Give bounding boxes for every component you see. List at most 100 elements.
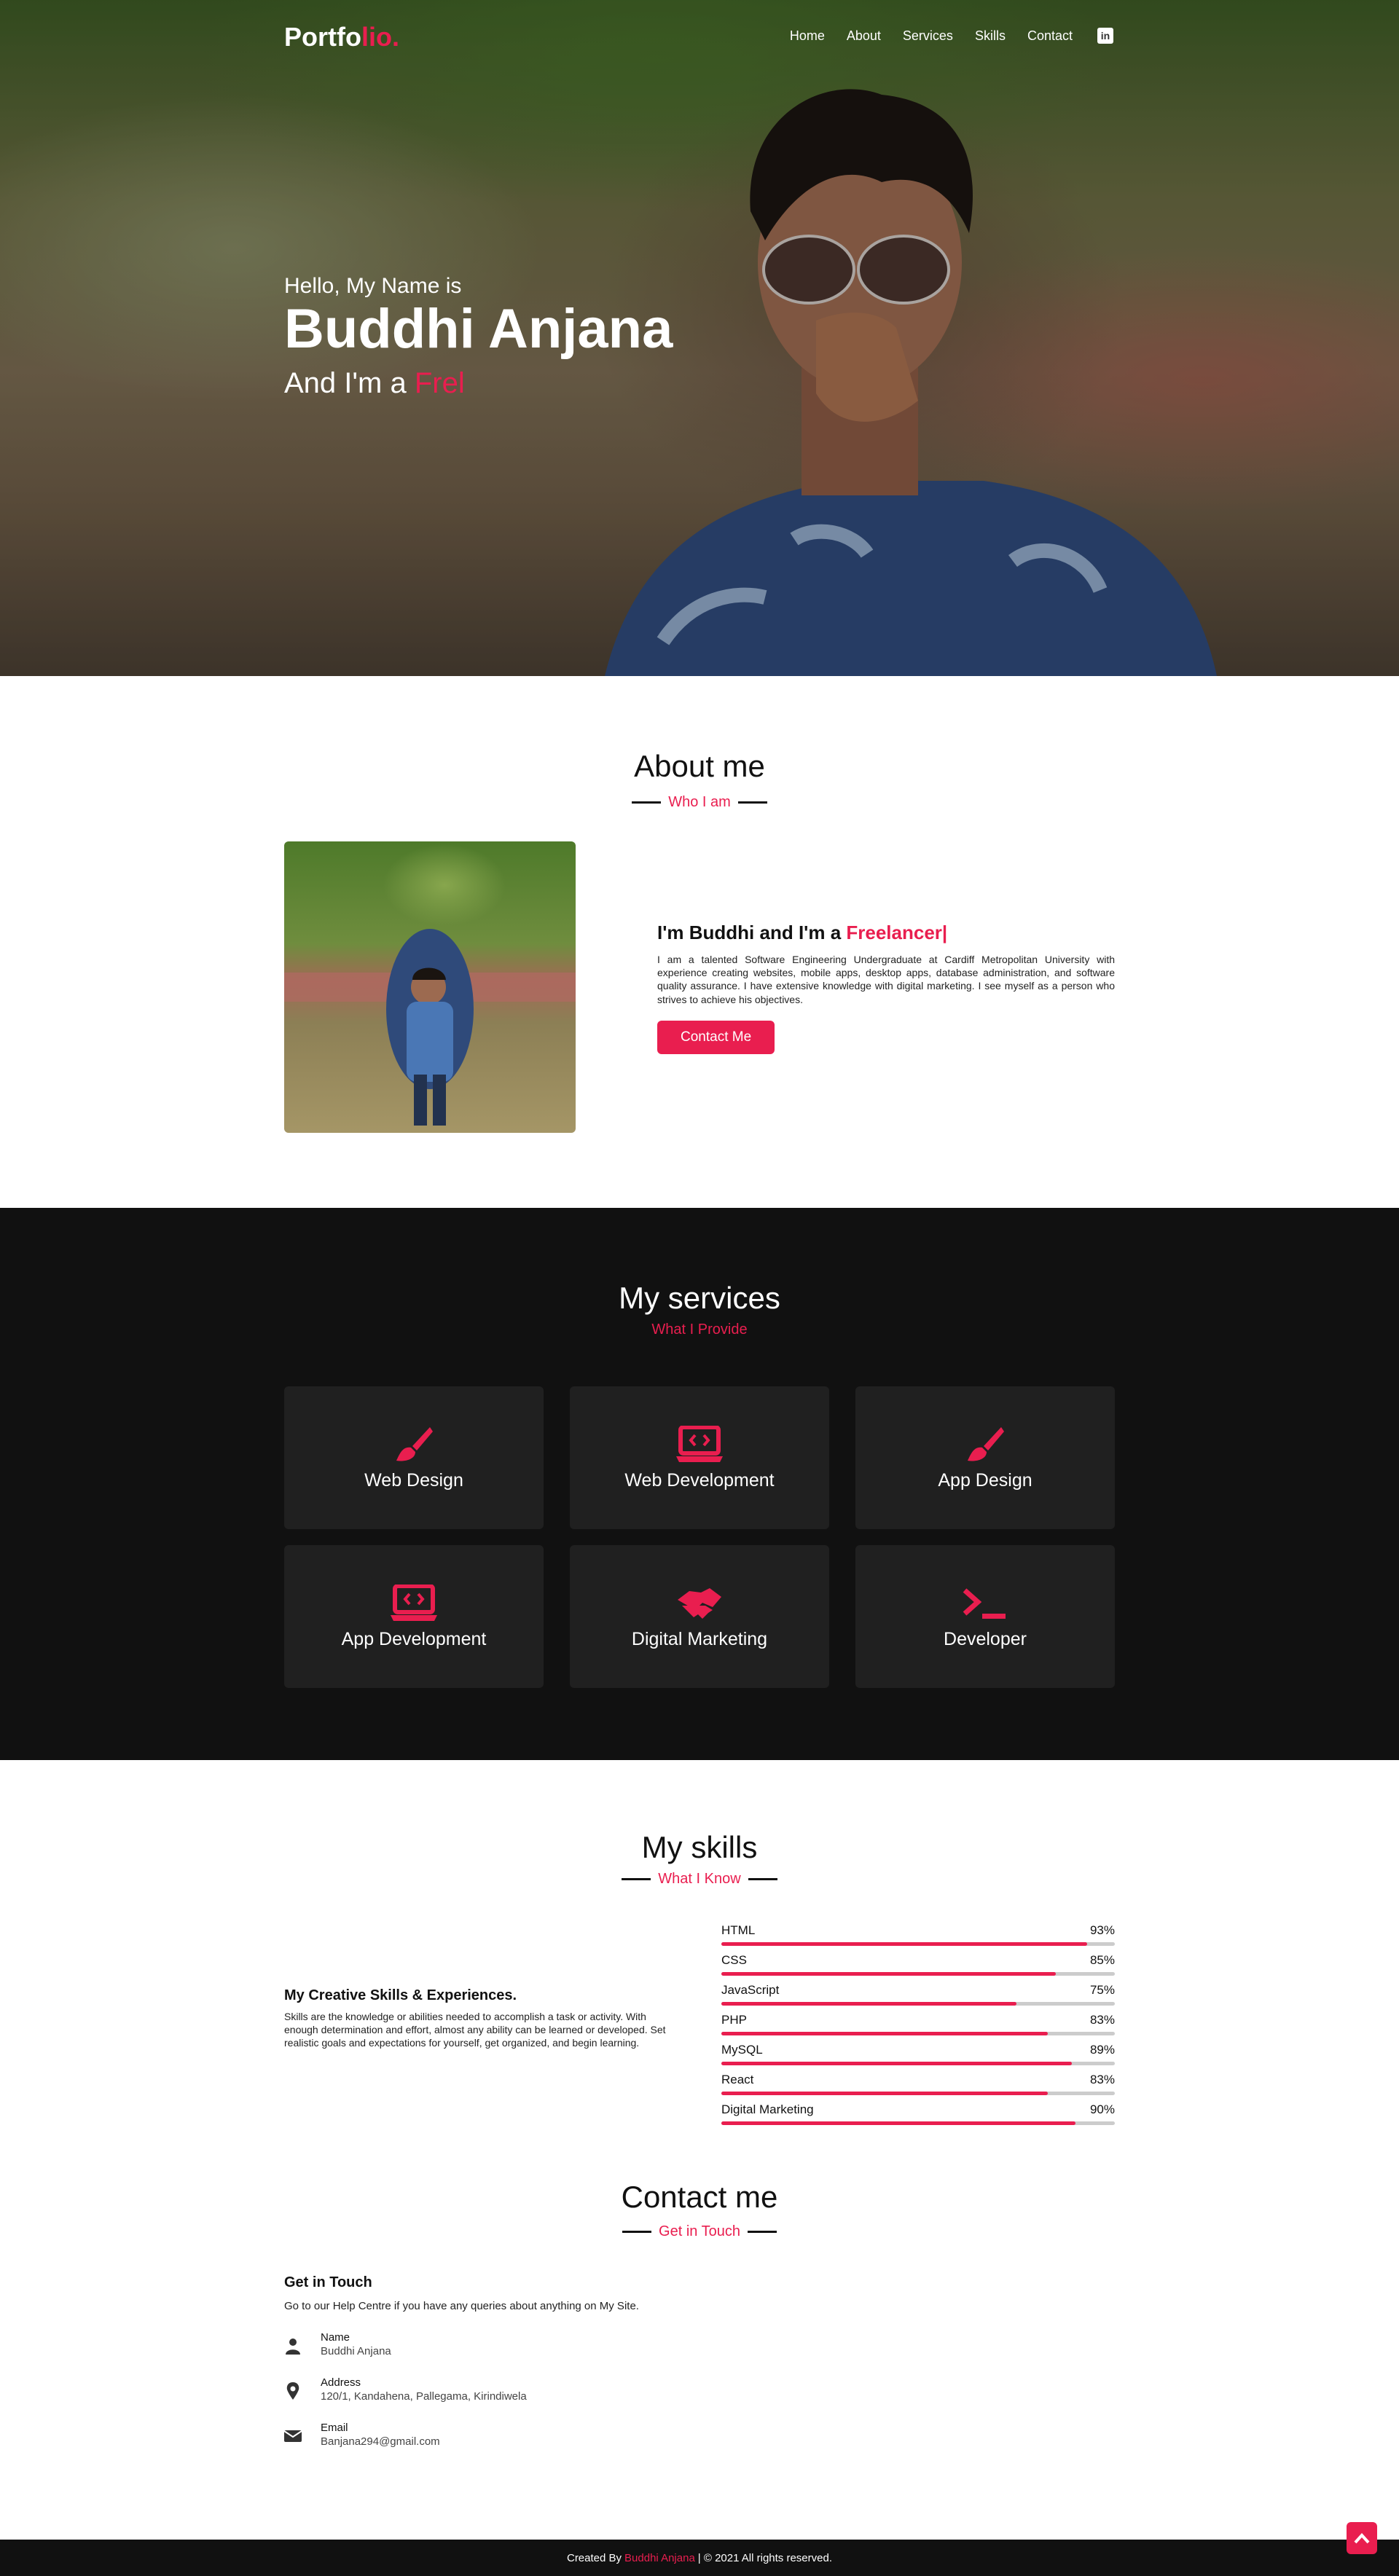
hero-name: Buddhi Anjana (284, 298, 673, 360)
skill-react: React 83% (721, 2073, 1115, 2102)
skills-description: Skills are the knowledge or abilities ne… (284, 2011, 666, 2049)
contact-email-label: Email (321, 2422, 348, 2434)
user-icon (286, 2339, 300, 2355)
laptop-code-icon (391, 1584, 437, 1623)
about-subtitle-row: Who I am (0, 794, 1399, 811)
service-card-app-design[interactable]: App Design (855, 1386, 1115, 1529)
contact-name-row: Name Buddhi Anjana (284, 2331, 867, 2357)
service-label: Web Design (364, 1469, 463, 1491)
hero-overlay (0, 0, 1399, 676)
envelope-icon (284, 2430, 302, 2442)
footer-author-link[interactable]: Buddhi Anjana (624, 2552, 695, 2564)
about-photo-figure (284, 929, 576, 1126)
skill-name: MySQL (721, 2043, 763, 2057)
service-card-web-development[interactable]: Web Development (570, 1386, 829, 1529)
services-grid: Web Design Web Development App Design Ap… (284, 1386, 1115, 1688)
contact-address-row: Address 120/1, Kandahena, Pallegama, Kir… (284, 2376, 867, 2403)
skill-track (721, 2062, 1115, 2065)
divider-line (747, 2231, 777, 2233)
brand-main: Portfo (284, 22, 361, 52)
skill-fill (721, 1942, 1088, 1946)
skill-css: CSS 85% (721, 1953, 1115, 1983)
about-text: I'm Buddhi and I'm a Freelancer| I am a … (657, 922, 1115, 1054)
contact-heading: Get in Touch (284, 2274, 372, 2290)
hero-greeting: Hello, My Name is (284, 274, 462, 298)
skills-subtitle: What I Know (658, 1871, 741, 1887)
skill-percent: 93% (1089, 1923, 1115, 1937)
skills-subtitle-row: What I Know (0, 1871, 1399, 1888)
contact-address-label: Address (321, 2376, 361, 2389)
contact-address-value: 120/1, Kandahena, Pallegama, Kirindiwela (321, 2390, 527, 2403)
service-card-digital-marketing[interactable]: Digital Marketing (570, 1545, 829, 1688)
services-title: My services (619, 1281, 780, 1315)
skill-name: Digital Marketing (721, 2102, 814, 2116)
service-label: App Development (341, 1628, 487, 1649)
skills-heading: My Creative Skills & Experiences. (284, 1987, 517, 2003)
skill-digital-marketing: Digital Marketing 90% (721, 2102, 1115, 2132)
nav-link-services[interactable]: Services (903, 28, 953, 44)
skills-intro: My Creative Skills & Experiences. Skills… (284, 1987, 678, 2050)
hero-role-prefix: And I'm a (284, 367, 407, 399)
hero-section: Portfolio. Home About Services Skills Co… (0, 0, 1399, 676)
terminal-icon (962, 1584, 1008, 1623)
skill-track (721, 2092, 1115, 2095)
contact-me-button[interactable]: Contact Me (657, 1020, 775, 1054)
services-subtitle: What I Provide (651, 1322, 748, 1338)
contact-name-label: Name (321, 2331, 350, 2344)
skill-bars: HTML 93% CSS 85% JavaScript 75% PHP 83% MySQ… (721, 1923, 1115, 2132)
skill-name: JavaScript (721, 1983, 780, 1997)
service-label: Digital Marketing (631, 1628, 768, 1649)
skill-mysql: MySQL 89% (721, 2043, 1115, 2073)
skill-percent: 90% (1089, 2102, 1115, 2116)
contact-email-value[interactable]: Banjana294@gmail.com (321, 2435, 440, 2448)
skill-track (721, 2002, 1115, 2006)
service-card-app-development[interactable]: App Development (284, 1545, 544, 1688)
about-heading: I'm Buddhi and I'm a Freelancer| (657, 922, 1115, 944)
skill-javascript: JavaScript 75% (721, 1983, 1115, 2013)
service-card-developer[interactable]: Developer (855, 1545, 1115, 1688)
service-label: App Design (938, 1469, 1032, 1491)
about-heading-typed: Freelancer| (846, 922, 948, 943)
nav-link-contact[interactable]: Contact (1027, 28, 1073, 44)
hero-role-typed: Frel (414, 367, 465, 399)
skill-track (721, 1942, 1115, 1946)
skill-fill (721, 2092, 1049, 2095)
contact-info: Get in Touch Go to our Help Centre if yo… (284, 2274, 867, 2448)
brand-accent: lio. (361, 22, 399, 52)
divider-line (622, 1878, 651, 1880)
scroll-to-top-button[interactable] (1347, 2522, 1377, 2554)
contact-email-row: Email Banjana294@gmail.com (284, 2422, 867, 2448)
skill-name: PHP (721, 2013, 747, 2027)
skill-track (721, 1972, 1115, 1976)
about-subtitle: Who I am (668, 794, 731, 810)
skill-php: PHP 83% (721, 2013, 1115, 2043)
nav-link-home[interactable]: Home (790, 28, 825, 44)
skill-html: HTML 93% (721, 1923, 1115, 1953)
nav-links: Home About Services Skills Contact in (768, 28, 1113, 44)
paint-brush-icon (962, 1425, 1008, 1464)
contact-name-value: Buddhi Anjana (321, 2345, 391, 2357)
service-label: Developer (944, 1628, 1027, 1649)
service-card-web-design[interactable]: Web Design (284, 1386, 544, 1529)
linkedin-icon[interactable]: in (1097, 28, 1113, 44)
skill-track (721, 2121, 1115, 2125)
skill-fill (721, 1972, 1056, 1976)
skill-name: CSS (721, 1953, 747, 1967)
footer: Created By Buddhi Anjana | © 2021 All ri… (0, 2540, 1399, 2576)
skill-percent: 83% (1089, 2013, 1115, 2027)
divider-line (748, 1878, 777, 1880)
skill-name: HTML (721, 1923, 756, 1937)
map-marker-icon (286, 2382, 299, 2400)
contact-section: Contact me Get in Touch Get in Touch Go … (0, 2139, 1399, 2540)
skill-fill (721, 2032, 1049, 2035)
skill-percent: 85% (1089, 1953, 1115, 1967)
nav-link-skills[interactable]: Skills (975, 28, 1006, 44)
about-photo (284, 841, 576, 1133)
brand-logo[interactable]: Portfolio. (284, 22, 399, 52)
handshake-icon (676, 1584, 723, 1623)
nav-link-about[interactable]: About (847, 28, 881, 44)
hero-role: And I'm a Frel (284, 367, 673, 400)
hero-text: Hello, My Name is Buddhi Anjana And I'm … (284, 274, 673, 400)
skill-fill (721, 2062, 1072, 2065)
service-label: Web Development (624, 1469, 775, 1491)
